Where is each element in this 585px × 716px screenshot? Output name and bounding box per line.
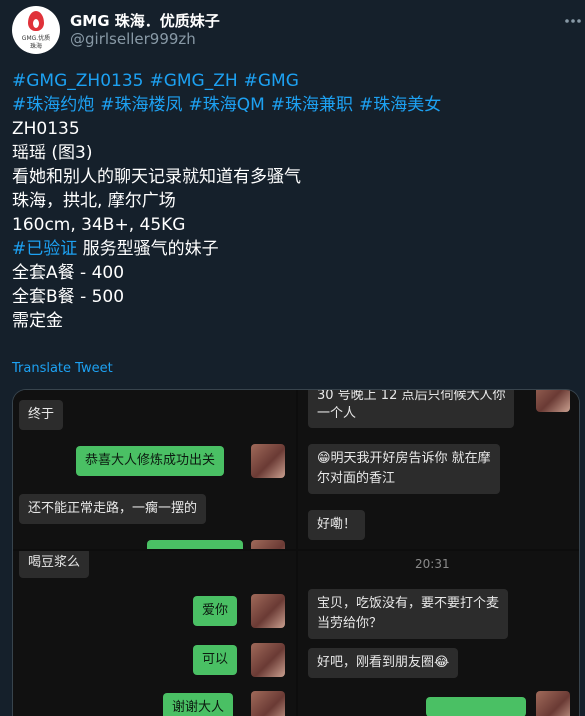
- chat-avatar: [251, 643, 285, 677]
- chat-bubble: 喝豆浆么: [19, 551, 90, 578]
- chat-avatar: [251, 540, 285, 549]
- chat-bubble-partial: [147, 540, 243, 549]
- translate-tweet-link[interactable]: Translate Tweet: [12, 361, 113, 376]
- chat-bubble: 30 号晚上 12 点后只伺候大人你 一个人: [308, 390, 515, 428]
- hashtag-link[interactable]: #珠海约炮: [12, 95, 94, 115]
- chat-bubble: 还不能正常走路，一瘸一摆的: [19, 494, 207, 524]
- chat-bubble: 可以: [193, 645, 238, 675]
- hashtag-row: #珠海约炮 #珠海楼凤 #珠海QM #珠海兼职 #珠海美女: [12, 93, 572, 117]
- hashtag-link[interactable]: #珠海楼凤: [100, 95, 182, 115]
- chat-avatar: [251, 691, 285, 716]
- chat-text: 一个人: [317, 406, 357, 421]
- chat-bubble: 终于: [19, 400, 64, 430]
- chat-bubble-partial: [426, 697, 526, 716]
- chat-text: 当劳给你？: [317, 616, 383, 631]
- chat-screenshot-1[interactable]: 终于 恭喜大人修炼成功出关 还不能正常走路，一瘸一摆的: [13, 390, 296, 549]
- hashtag-link[interactable]: #已验证: [12, 239, 77, 259]
- tweet-line-id: ZH0135: [12, 119, 80, 139]
- tweet-line-verified: #已验证 服务型骚气的妹子: [12, 237, 572, 261]
- hashtag-link[interactable]: #GMG_ZH: [149, 71, 237, 91]
- chat-screenshot-2[interactable]: 30 号晚上 12 点后只伺候大人你 一个人 😁明天我开好房告诉你 就在摩 尔对面的…: [298, 390, 579, 549]
- tweet-line-package-a: 全套A餐 - 400: [12, 263, 125, 283]
- hashtag-row: #GMG_ZH0135 #GMG_ZH #GMG: [12, 69, 572, 93]
- account-avatar[interactable]: GMG.优质 珠海: [12, 6, 60, 54]
- verified-text: 服务型骚气的妹子: [77, 239, 219, 259]
- chat-screenshot-4[interactable]: 20:31 宝贝，吃饭没有，要不要打个麦 当劳给你？ 好吧，刚看到朋友圈😂: [298, 551, 579, 716]
- tweet-line-location: 珠海，拱北, 摩尔广场: [12, 191, 176, 211]
- chat-bubble: 😁明天我开好房告诉你 就在摩 尔对面的香江: [308, 444, 500, 494]
- flame-logo-icon: [28, 11, 44, 31]
- chat-screenshot-3[interactable]: 喝豆浆么 爱你 可以 谢谢大人: [13, 551, 296, 716]
- chat-bubble: 谢谢大人: [163, 693, 234, 716]
- hashtag-link[interactable]: #珠海兼职: [271, 95, 353, 115]
- media-grid[interactable]: 终于 恭喜大人修炼成功出关 还不能正常走路，一瘸一摆的 30 号晚上 12 点后…: [12, 389, 580, 716]
- account-handle[interactable]: @girlseller999zh: [70, 30, 196, 48]
- tweet-header: GMG.优质 珠海 GMG 珠海．优质妹子 @girlseller999zh: [12, 6, 581, 54]
- tweet-line-desc: 看她和别人的聊天记录就知道有多骚气: [12, 167, 301, 187]
- tweet-line-name: 瑶瑶 (图3): [12, 143, 93, 163]
- hashtag-link[interactable]: #珠海QM: [189, 95, 265, 115]
- chat-timestamp: 20:31: [415, 557, 450, 571]
- tweet-line-stats: 160cm, 34B+, 45KG: [12, 215, 186, 235]
- chat-text: 30 号晚上 12 点后只伺候大人你: [317, 390, 506, 403]
- hashtag-link[interactable]: #珠海美女: [359, 95, 441, 115]
- chat-avatar: [536, 691, 570, 716]
- chat-bubble: 爱你: [193, 596, 238, 626]
- chat-text: 😁明天我开好房告诉你 就在摩: [317, 451, 491, 466]
- hashtag-link[interactable]: #GMG_ZH0135: [12, 71, 143, 91]
- chat-text: 宝贝，吃饭没有，要不要打个麦: [317, 596, 500, 611]
- tweet-line-package-b: 全套B餐 - 500: [12, 287, 125, 307]
- chat-bubble: 好吧，刚看到朋友圈😂: [308, 648, 459, 678]
- chat-bubble: 好嘞！: [308, 510, 366, 540]
- tweet-text: #GMG_ZH0135 #GMG_ZH #GMG #珠海约炮 #珠海楼凤 #珠海QM #珠…: [12, 69, 572, 333]
- more-options-icon[interactable]: [562, 10, 584, 32]
- chat-text: 尔对面的香江: [317, 471, 396, 486]
- hashtag-link[interactable]: #GMG: [244, 71, 299, 91]
- avatar-logo-subtext: 珠海: [29, 43, 42, 50]
- chat-avatar: [536, 390, 570, 412]
- chat-bubble: 宝贝，吃饭没有，要不要打个麦 当劳给你？: [308, 589, 509, 639]
- tweet-line-deposit: 需定金: [12, 311, 63, 331]
- chat-avatar: [251, 594, 285, 628]
- chat-avatar: [251, 444, 285, 478]
- display-name[interactable]: GMG 珠海．优质妹子: [70, 10, 220, 31]
- chat-bubble: 恭喜大人修炼成功出关: [76, 446, 225, 476]
